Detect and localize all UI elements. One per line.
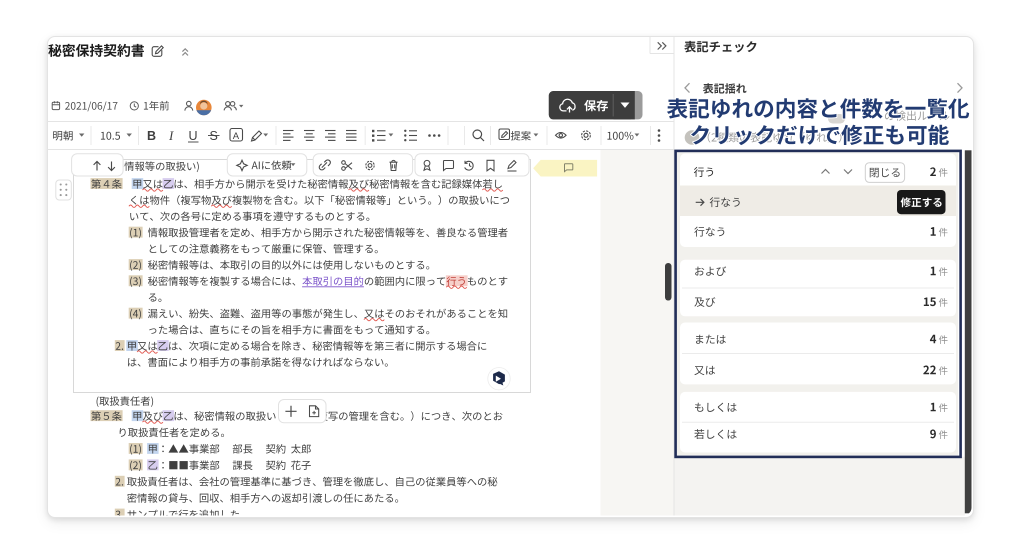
svg-text:B: B <box>147 129 156 143</box>
svg-text:S: S <box>210 129 218 143</box>
svg-text:A: A <box>233 131 240 142</box>
svg-text:I: I <box>168 128 174 143</box>
svg-text:U: U <box>189 129 198 143</box>
